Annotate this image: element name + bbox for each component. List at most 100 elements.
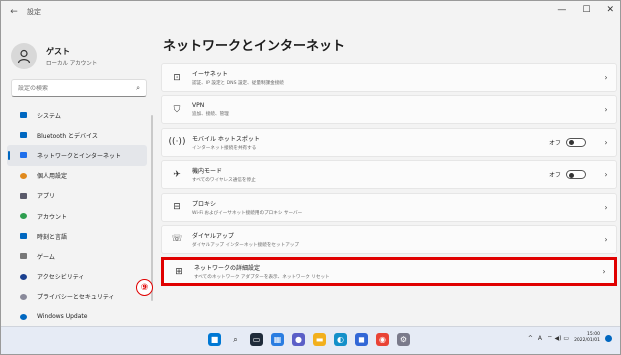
toggle-label: オフ — [548, 172, 561, 180]
settings-card[interactable]: ✈ 機内モード すべてのワイヤレス通信を停止 オフ › — [161, 160, 617, 190]
card-description: 認証、IP 設定と DNS 設定、従量制課金接続 — [192, 81, 284, 86]
sidebar: ゲスト ローカル アカウント ⌕ システム Bluetooth とデバイスネットワ… — [1, 23, 151, 341]
avatar — [11, 43, 37, 69]
notification-icon[interactable] — [605, 334, 612, 342]
maximize-button[interactable]: ☐ — [582, 5, 590, 15]
sidebar-item-label: アカウント — [37, 213, 68, 221]
gamepad-icon — [19, 252, 28, 261]
widgets-icon[interactable]: ▦ — [271, 333, 284, 346]
user-name: ゲスト — [46, 46, 70, 56]
card-title: VPN — [192, 102, 205, 110]
card-title: モバイル ホットスポット — [192, 135, 260, 143]
settings-card[interactable]: ((·)) モバイル ホットスポット インターネット接続を共有する オフ › — [161, 127, 617, 157]
search-icon[interactable]: ⌕ — [136, 84, 140, 93]
chevron-right-icon: › — [604, 105, 608, 115]
wifi-icon — [19, 151, 28, 160]
sidebar-item[interactable]: ネットワークとインターネット — [7, 145, 147, 166]
update-icon — [19, 312, 28, 321]
start-icon[interactable]: ■ — [208, 333, 221, 346]
sidebar-item[interactable]: 時刻と言語 — [7, 226, 147, 246]
monitor-icon — [19, 111, 28, 120]
sidebar-item[interactable]: 個人用設定 — [7, 166, 147, 186]
person-icon — [19, 212, 28, 221]
chevron-right-icon: › — [604, 73, 608, 82]
sidebar-item-label: 時刻と言語 — [37, 233, 68, 241]
brush-icon — [19, 171, 28, 180]
search-input[interactable] — [18, 84, 137, 92]
minimize-button[interactable]: — — [557, 5, 566, 15]
card-title: プロキシ — [192, 200, 217, 208]
sidebar-item-label: Bluetooth とデバイス — [37, 132, 98, 140]
ethernet-icon: ⊡ — [173, 72, 181, 83]
user-profile[interactable]: ゲスト ローカル アカウント — [11, 43, 97, 69]
card-description: ダイヤルアップ インターネット接続をセットアップ — [192, 242, 299, 248]
card-description: Wi-Fi およびイーサネット接続用のプロキシ サーバー — [192, 210, 303, 216]
settings-card[interactable]: ⊡ イーサネット認証、IP 設定と DNS 設定、従量制課金接続 › — [161, 63, 617, 92]
card-description: 追加、接続、管理 — [192, 112, 229, 118]
card-title: ダイヤルアップ — [192, 232, 234, 240]
sidebar-item[interactable]: プライバシーとセキュリティ — [7, 287, 147, 307]
settings-window: ← 設定 — ☐ ✕ ゲスト ローカル アカウント ⌕ システムBlueto — [0, 0, 621, 355]
toggle-switch[interactable]: オフ — [548, 137, 586, 147]
sidebar-item-label: ネットワークとインターネット — [37, 152, 122, 160]
sidebar-item[interactable]: アカウント — [7, 206, 147, 226]
clock[interactable]: 15:00 2022/01/01 — [574, 332, 600, 344]
sidebar-item-label: アプリ — [37, 193, 56, 201]
toggle-track[interactable] — [566, 137, 586, 147]
chevron-right-icon: › — [604, 202, 608, 212]
settings-card[interactable]: ⊞ ネットワークの詳細設定 すべてのネットワーク アダプターを表示、ネットワーク リ… — [161, 257, 617, 287]
step-callout-badge: ⑨ — [136, 279, 153, 296]
accessibility-icon — [19, 272, 28, 281]
task-view-icon[interactable]: ▭ — [250, 333, 263, 346]
card-title: イーサネット — [192, 71, 228, 78]
settings-search-box[interactable]: ⌕ — [11, 79, 147, 97]
edge-icon[interactable]: ◐ — [334, 333, 347, 346]
network-settings-icon: ⊞ — [175, 266, 183, 277]
taskbar-apps: ■ ⌕ ▭ ▦ ● ▬ ◐ ◼ ◉ ⚙ — [208, 333, 410, 346]
sidebar-scrollbar[interactable] — [151, 115, 153, 301]
back-arrow-icon[interactable]: ← — [5, 7, 23, 17]
sidebar-item[interactable]: ゲーム — [7, 246, 147, 266]
settings-icon[interactable]: ⚙ — [397, 333, 410, 346]
system-tray: ^ A ⌔ ◀) ▭ 15:00 2022/01/01 — [528, 332, 612, 344]
toggle-label: オフ — [548, 139, 561, 147]
chat-icon[interactable]: ● — [292, 333, 305, 346]
window-controls: — ☐ ✕ — [557, 5, 614, 15]
ime-indicator[interactable]: A — [538, 335, 542, 342]
toggle-switch[interactable]: オフ — [548, 170, 586, 180]
toggle-track[interactable] — [566, 170, 586, 180]
chevron-right-icon: › — [602, 267, 606, 277]
sidebar-item-label: 個人用設定 — [37, 173, 68, 181]
bluetooth-icon — [19, 131, 28, 140]
taskbar: ■ ⌕ ▭ ▦ ● ▬ ◐ ◼ ◉ ⚙ ^ A ⌔ ◀) ▭ 15:00 2022/01/01 — [1, 326, 620, 354]
page-title: ネットワークとインターネット — [163, 39, 346, 54]
card-description: すべてのネットワーク アダプターを表示、ネットワーク リセット — [194, 275, 330, 281]
sidebar-item-label: Windows Update — [37, 313, 88, 321]
sidebar-item[interactable]: Windows Update — [7, 307, 147, 327]
close-button[interactable]: ✕ — [606, 5, 614, 15]
sidebar-item-label: ゲーム — [37, 253, 55, 261]
card-title: 機内モード — [192, 168, 223, 176]
tray-chevron-icon[interactable]: ^ — [528, 335, 533, 342]
sidebar-item[interactable]: Bluetooth とデバイス — [7, 125, 147, 145]
sidebar-nav: システム Bluetooth とデバイスネットワークとインターネット 個人用設定アプ… — [7, 105, 147, 347]
clock-globe-icon — [19, 232, 28, 241]
settings-card[interactable]: ⛉ VPN 追加、接続、管理 › — [161, 95, 617, 125]
shield-icon — [19, 292, 28, 301]
person-icon — [17, 49, 31, 64]
settings-card[interactable]: ⊟ プロキシ Wi-Fi およびイーサネット接続用のプロキシ サーバー › — [161, 192, 617, 222]
network-volume-battery-icons[interactable]: ⌔ ◀) ▭ — [547, 334, 569, 342]
sidebar-item[interactable]: アプリ — [7, 186, 147, 206]
hotspot-icon: ((·)) — [168, 137, 186, 148]
chrome-icon[interactable]: ◉ — [376, 333, 389, 346]
card-description: インターネット接続を共有する — [192, 145, 257, 151]
sidebar-item[interactable]: アクセシビリティ — [7, 267, 147, 287]
file-explorer-icon[interactable]: ▬ — [313, 333, 326, 346]
chevron-right-icon: › — [604, 137, 608, 147]
airplane-icon: ✈ — [173, 169, 181, 180]
settings-card[interactable]: ☏ ダイヤルアップ ダイヤルアップ インターネット接続をセットアップ › — [161, 224, 617, 254]
search-icon[interactable]: ⌕ — [229, 333, 242, 346]
store-icon[interactable]: ◼ — [355, 333, 368, 346]
account-type: ローカル アカウント — [46, 60, 98, 67]
sidebar-item[interactable]: システム — [7, 105, 147, 125]
